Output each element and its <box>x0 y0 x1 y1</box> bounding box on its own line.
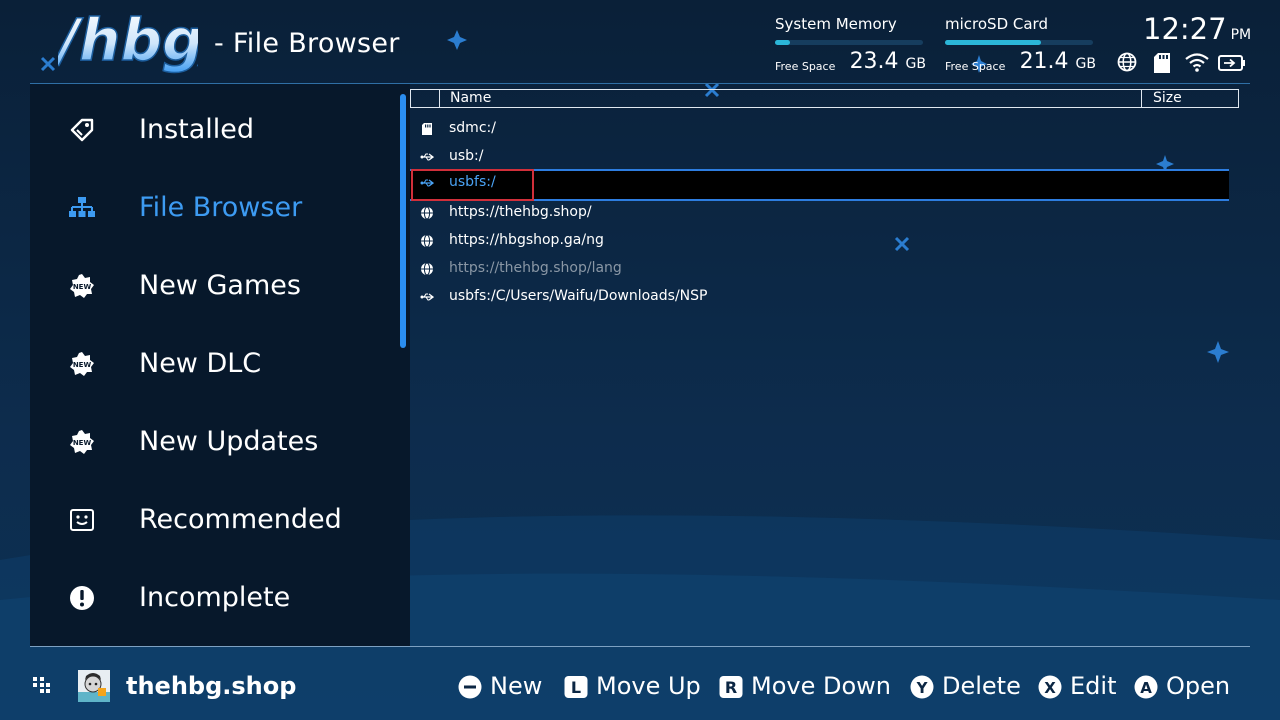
file-browser-panel: Name Size sdmc:/ usb:/ usbfs:/ https://t… <box>410 84 1250 646</box>
globe-icon <box>421 234 433 248</box>
footer-divider <box>30 646 1250 647</box>
list-item[interactable]: usb:/ <box>410 143 1229 171</box>
free-space-label: Free Space <box>775 60 836 73</box>
minus-button-icon <box>458 675 482 699</box>
sidebar-item-recommended[interactable]: Recommended <box>68 498 388 542</box>
sidebar-item-file-browser[interactable]: File Browser <box>68 186 388 230</box>
smiley-icon <box>70 509 94 531</box>
column-divider <box>1141 90 1142 107</box>
alert-icon <box>70 586 94 610</box>
globe-icon <box>421 206 433 220</box>
free-space-value: 21.4 GB <box>1019 49 1096 74</box>
free-space-label: Free Space <box>945 60 1006 73</box>
storage-bar <box>945 40 1093 45</box>
y-button-icon: Y <box>910 675 934 699</box>
svg-text:NEW: NEW <box>73 361 92 369</box>
a-button-icon: A <box>1134 675 1158 699</box>
sidebar-item-new-games[interactable]: NEW New Games <box>68 264 388 308</box>
entry-path: sdmc:/ <box>449 120 496 136</box>
list-item[interactable]: usbfs:/C/Users/Waifu/Downloads/NSP <box>410 283 1229 311</box>
menu-grid-icon[interactable] <box>32 676 52 694</box>
sidebar-item-label: File Browser <box>139 192 303 223</box>
column-name-header[interactable]: Name <box>450 90 491 106</box>
svg-text:/hbg/: /hbg/ <box>58 8 198 74</box>
usb-icon <box>420 153 434 161</box>
l-button-icon: L <box>564 676 588 698</box>
globe-icon <box>1117 52 1137 72</box>
hint-label: Delete <box>942 672 1021 700</box>
svg-text:R: R <box>725 678 737 697</box>
hint-label: Open <box>1166 672 1231 700</box>
globe-icon <box>421 262 433 276</box>
selection-highlight <box>411 169 534 201</box>
clock: 12:27 PM <box>1143 12 1252 46</box>
svg-text:A: A <box>1140 679 1152 697</box>
user-name: thehbg.shop <box>126 672 297 700</box>
sidebar-scrollbar[interactable] <box>400 94 406 348</box>
storage-bar <box>775 40 923 45</box>
entry-path: usbfs:/C/Users/Waifu/Downloads/NSP <box>449 288 708 304</box>
free-space-value: 23.4 GB <box>849 49 926 74</box>
sidebar-item-new-updates[interactable]: NEW New Updates <box>68 420 388 464</box>
hint-label: Edit <box>1070 672 1117 700</box>
sidebar-item-label: New DLC <box>139 348 262 379</box>
svg-text:NEW: NEW <box>73 439 92 447</box>
avatar[interactable] <box>78 670 110 702</box>
storage-title: microSD Card <box>945 15 1048 33</box>
hbg-logo: /hbg/ <box>58 8 198 74</box>
list-item[interactable]: https://hbgshop.ga/ng <box>410 227 1229 255</box>
sidebar-item-label: New Games <box>139 270 301 301</box>
list-item[interactable]: https://thehbg.shop/ <box>410 199 1229 227</box>
hint-label: Move Up <box>596 672 701 700</box>
entry-path: usb:/ <box>449 148 484 164</box>
entry-path: https://thehbg.shop/lang <box>449 260 622 276</box>
svg-text:Y: Y <box>916 679 929 697</box>
system-memory-indicator: System Memory Free Space 23.4 GB <box>775 15 926 79</box>
svg-text:NEW: NEW <box>73 283 92 291</box>
usb-icon <box>420 293 434 301</box>
sd-card-icon <box>422 123 432 135</box>
sidebar-item-label: Incomplete <box>139 582 291 613</box>
column-header: Name Size <box>410 89 1239 108</box>
sidebar-item-label: New Updates <box>139 426 319 457</box>
new-badge-icon: NEW <box>70 274 94 298</box>
microsd-indicator: microSD Card Free Space 21.4 GB <box>945 15 1096 79</box>
page-title: - File Browser <box>214 28 400 59</box>
sd-card-icon <box>1154 53 1170 73</box>
top-bar: /hbg/ - File Browser System Memory Free … <box>0 0 1280 84</box>
x-button-icon: X <box>1038 675 1062 699</box>
bottom-bar: thehbg.shop New L Move Up R Move Down Y … <box>0 646 1280 720</box>
sidebar-item-label: Recommended <box>139 504 342 535</box>
column-size-header[interactable]: Size <box>1153 90 1182 106</box>
sidebar-item-installed[interactable]: Installed <box>68 108 388 152</box>
sidebar-item-label: Installed <box>139 114 255 145</box>
r-button-icon: R <box>719 676 743 698</box>
list-item[interactable]: sdmc:/ <box>410 115 1229 143</box>
new-badge-icon: NEW <box>70 430 94 454</box>
wifi-icon <box>1185 53 1209 72</box>
sidebar: Installed File Browser NEW New Games NEW… <box>30 84 410 646</box>
hint-label: Move Down <box>751 672 891 700</box>
battery-icon <box>1218 55 1245 71</box>
storage-bar-fill <box>945 40 1042 45</box>
sidebar-item-incomplete[interactable]: Incomplete <box>68 576 388 620</box>
hint-label: New <box>490 672 543 700</box>
new-badge-icon: NEW <box>70 352 94 376</box>
storage-title: System Memory <box>775 15 897 33</box>
list-item[interactable]: https://thehbg.shop/lang <box>410 255 1229 283</box>
svg-text:L: L <box>571 678 581 697</box>
column-divider <box>439 90 440 107</box>
tag-icon <box>70 118 94 142</box>
entry-path: https://thehbg.shop/ <box>449 204 592 220</box>
entry-path: https://hbgshop.ga/ng <box>449 232 604 248</box>
network-icon <box>69 197 95 217</box>
sidebar-item-new-dlc[interactable]: NEW New DLC <box>68 342 388 386</box>
storage-bar-fill <box>775 40 790 45</box>
svg-text:X: X <box>1044 679 1056 697</box>
